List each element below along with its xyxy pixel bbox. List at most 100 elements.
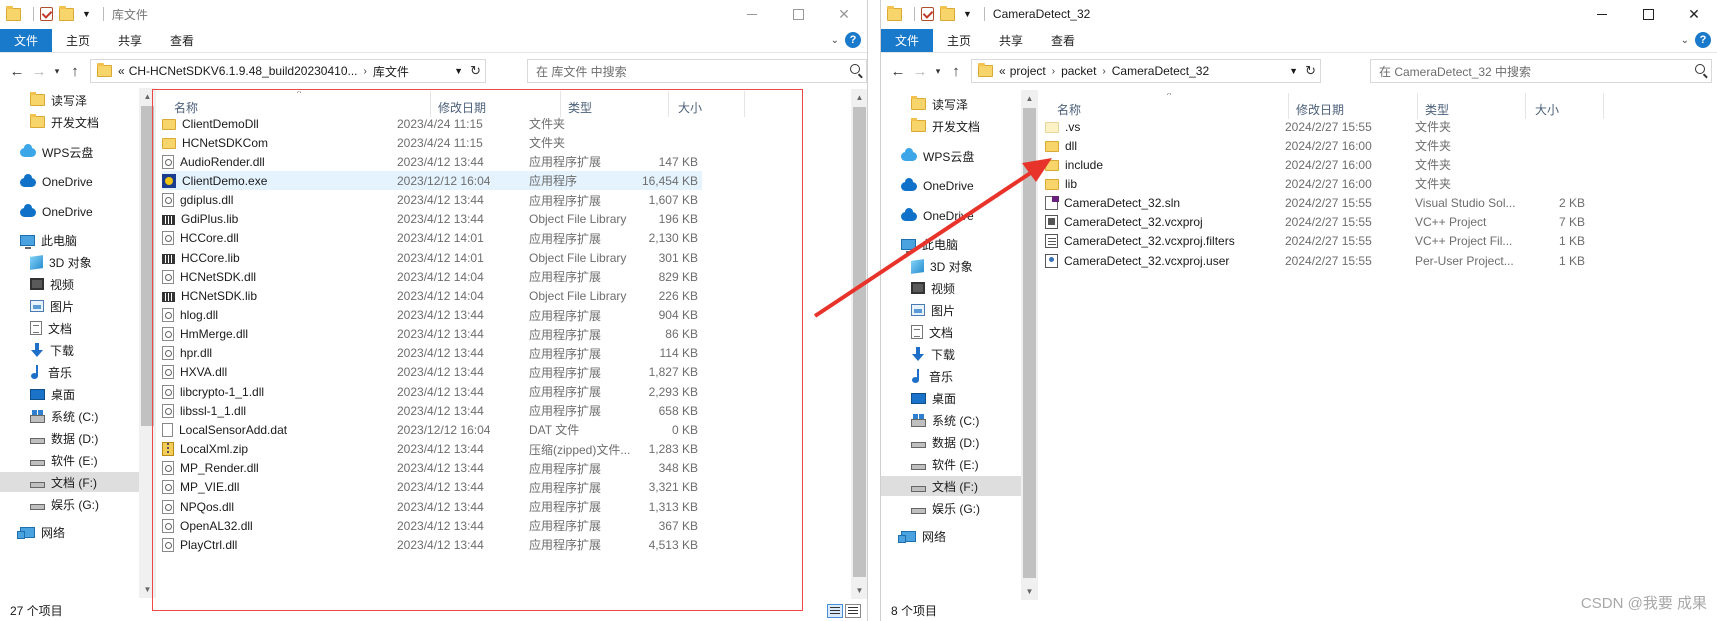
nav-item[interactable]: 桌面 [30,384,75,404]
nav-scrollbar[interactable]: ▲ ▼ [1021,90,1038,600]
scroll-thumb[interactable] [853,107,866,577]
nav-item[interactable]: 读写泽 [30,90,87,110]
file-row[interactable]: MP_Render.dll 2023/4/12 13:44 应用程序扩展 348 KB [162,459,782,478]
file-row[interactable]: LocalSensorAdd.dat 2023/12/12 16:04 DAT 文件… [162,420,782,439]
file-row[interactable]: ClientDemo.exe 2023/12/12 16:04 应用程序 16,454… [162,171,702,191]
breadcrumb-item[interactable]: project [1010,64,1046,78]
nav-item[interactable]: 音乐 [30,362,72,382]
file-row[interactable]: libcrypto-1_1.dll 2023/4/12 13:44 应用程序扩展 2,… [162,382,782,401]
nav-item[interactable]: 软件 (E:) [911,454,979,474]
breadcrumb-item[interactable]: CameraDetect_32 [1112,64,1209,78]
file-row[interactable]: libssl-1_1.dll 2023/4/12 13:44 应用程序扩展 658 K… [162,401,782,420]
search-icon[interactable] [850,64,860,74]
chevron-down-icon[interactable]: ▼ [454,66,463,76]
help-icon[interactable]: ? [845,32,861,48]
tab-home[interactable]: 主页 [52,29,104,52]
address-bar[interactable]: « CH-HCNetSDKV6.1.9.48_build20230410... … [90,59,486,83]
nav-item[interactable]: 网络 [898,526,946,546]
refresh-icon[interactable]: ↻ [470,63,481,79]
file-row[interactable]: LocalXml.zip 2023/4/12 13:44 压缩(zipped)文件.… [162,440,782,459]
file-row[interactable]: hlog.dll 2023/4/12 13:44 应用程序扩展 904 KB [162,306,782,325]
file-row[interactable]: CameraDetect_32.vcxproj 2024/2/27 15:55 VC… [1045,213,1705,232]
scroll-up-icon[interactable]: ▲ [139,88,156,105]
file-row[interactable]: OpenAL32.dll 2023/4/12 13:44 应用程序扩展 367 KB [162,516,782,535]
file-scrollbar[interactable]: ▲ ▼ [851,89,867,599]
file-row[interactable]: lib 2024/2/27 16:00 文件夹 [1045,174,1705,193]
scroll-thumb[interactable] [141,106,154,426]
tab-file[interactable]: 文件 [881,29,934,52]
divider[interactable] [1417,93,1418,119]
nav-item[interactable]: 软件 (E:) [30,450,98,470]
nav-item[interactable]: 3D 对象 [30,252,92,272]
nav-item[interactable]: WPS云盘 [20,142,93,162]
file-row[interactable]: HCCore.dll 2023/4/12 14:01 应用程序扩展 2,130 KB [162,229,782,248]
file-row[interactable]: HCNetSDK.lib 2023/4/12 14:04 Object File L… [162,286,782,305]
file-row[interactable]: .vs 2024/2/27 15:55 文件夹 [1045,117,1705,136]
tab-view[interactable]: 查看 [156,29,208,52]
nav-item[interactable]: 开发文档 [911,116,980,136]
nav-item[interactable]: 系统 (C:) [30,406,98,426]
properties-icon[interactable] [40,7,53,21]
new-folder-icon[interactable] [59,5,74,21]
address-overflow[interactable]: « [118,64,125,78]
file-row[interactable]: CameraDetect_32.vcxproj.user 2024/2/27 15… [1045,251,1705,270]
scroll-down-icon[interactable]: ▼ [851,582,867,599]
nav-scrollbar[interactable]: ▲ ▼ [139,88,156,598]
file-row[interactable]: AudioRender.dll 2023/4/12 13:44 应用程序扩展 147 … [162,152,782,171]
scroll-down-icon[interactable]: ▼ [139,581,156,598]
file-row[interactable]: NPQos.dll 2023/4/12 13:44 应用程序扩展 1,313 KB [162,497,782,516]
refresh-icon[interactable]: ↻ [1305,63,1316,79]
scroll-up-icon[interactable]: ▲ [851,89,867,106]
nav-item[interactable]: 系统 (C:) [911,410,979,430]
file-row[interactable]: dll 2024/2/27 16:00 文件夹 [1045,136,1705,155]
breadcrumb-item[interactable]: 库文件 [373,63,409,80]
tab-view[interactable]: 查看 [1037,29,1089,52]
file-row[interactable]: HCNetSDK.dll 2023/4/12 14:04 应用程序扩展 829 KB [162,267,782,286]
column-name[interactable]: 名称 [1057,101,1081,118]
recent-locations-icon[interactable]: ▾ [50,66,64,77]
file-row[interactable]: include 2024/2/27 16:00 文件夹 [1045,155,1705,174]
search-icon[interactable] [1695,64,1705,74]
address-bar[interactable]: « project › packet › CameraDetect_32 ▼ ↻ [971,59,1321,83]
details-view-button[interactable] [827,604,843,618]
nav-item[interactable]: 下载 [911,344,955,364]
file-row[interactable]: HXVA.dll 2023/4/12 13:44 应用程序扩展 1,827 KB [162,363,782,382]
help-icon[interactable]: ? [1695,32,1711,48]
nav-item[interactable]: 娱乐 (G:) [911,498,980,518]
file-row[interactable]: hpr.dll 2023/4/12 13:44 应用程序扩展 114 KB [162,344,782,363]
nav-item[interactable]: 网络 [17,522,65,542]
large-icons-view-button[interactable] [845,604,861,618]
chevron-down-icon[interactable]: ▼ [82,9,91,19]
divider[interactable] [1603,93,1604,119]
new-folder-icon[interactable] [940,5,955,21]
nav-item[interactable]: OneDrive [901,206,974,226]
recent-locations-icon[interactable]: ▾ [931,66,945,77]
back-button[interactable]: ← [887,63,909,80]
chevron-down-icon[interactable]: ▼ [1289,66,1298,76]
file-row[interactable]: CameraDetect_32.sln 2024/2/27 15:55 Visual… [1045,194,1705,213]
chevron-right-icon[interactable]: › [364,66,367,77]
expand-ribbon-icon[interactable]: ⌄ [831,35,839,46]
nav-item[interactable]: 娱乐 (G:) [30,494,99,514]
maximize-button[interactable] [775,0,821,28]
back-button[interactable]: ← [6,63,28,80]
nav-item[interactable]: 数据 (D:) [30,428,98,448]
nav-item[interactable]: WPS云盘 [901,146,974,166]
search-input[interactable]: 在 CameraDetect_32 中搜索 [1370,59,1712,83]
file-row[interactable]: PlayCtrl.dll 2023/4/12 13:44 应用程序扩展 4,513 K… [162,535,782,554]
tab-share[interactable]: 共享 [985,29,1037,52]
scroll-down-icon[interactable]: ▼ [1021,583,1038,600]
nav-item[interactable]: 此电脑 [20,230,77,250]
nav-item[interactable]: 文档 (F:) [0,472,140,492]
column-size[interactable]: 大小 [1535,101,1559,118]
divider[interactable] [1288,93,1289,119]
forward-button[interactable]: → [28,63,50,80]
file-row[interactable]: gdiplus.dll 2023/4/12 13:44 应用程序扩展 1,607 KB [162,191,782,210]
breadcrumb-item[interactable]: CH-HCNetSDKV6.1.9.48_build20230410... [129,64,358,78]
nav-item[interactable]: 音乐 [911,366,953,386]
up-button[interactable]: ↑ [945,63,967,80]
properties-icon[interactable] [921,7,934,21]
divider[interactable] [1525,93,1526,119]
minimize-button[interactable] [1579,0,1625,28]
close-button[interactable]: ✕ [821,0,867,28]
